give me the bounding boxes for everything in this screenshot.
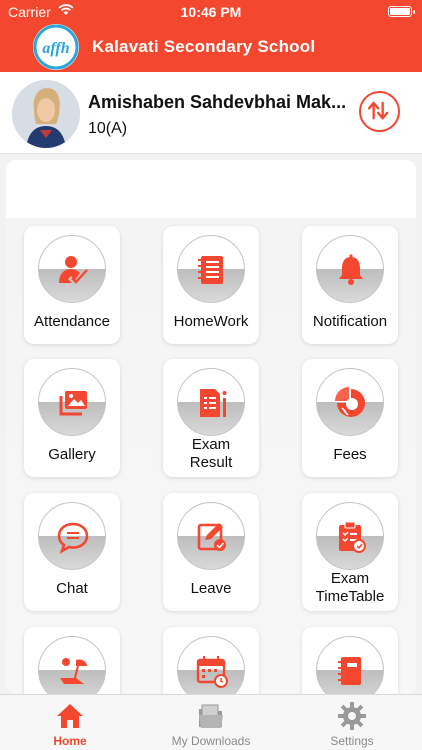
bell-icon <box>339 254 363 285</box>
menu-tile-notification[interactable]: Notification <box>302 226 398 344</box>
menu-label: Fees <box>333 446 367 463</box>
logo-text: affh <box>42 40 69 57</box>
tab-label: Home <box>53 734 87 748</box>
dashboard-card: Attendance HomeWork Notification Gallery… <box>6 160 416 694</box>
downloads-icon <box>199 704 223 728</box>
holiday-icon <box>60 658 87 684</box>
student-name: Amishaben Sahdevbhai Mak... <box>88 92 347 112</box>
timetable-icon <box>339 521 366 553</box>
clock: 10:46 PM <box>180 4 242 20</box>
menu-label-line2: TimeTable <box>315 588 385 605</box>
menu-tile-leave[interactable]: Leave <box>163 493 259 611</box>
home-icon <box>57 704 83 728</box>
student-profile: Amishaben Sahdevbhai Mak... 10(A) <box>0 72 422 154</box>
menu-tile-homework[interactable]: HomeWork <box>163 226 259 344</box>
calendar-icon <box>196 656 228 688</box>
status-bar: Carrier 10:46 PM <box>0 0 422 24</box>
banner-area <box>6 160 416 218</box>
menu-label: Notification <box>312 313 388 330</box>
menu-tile-notebook[interactable] <box>302 627 398 694</box>
bottom-tab-bar: Home My Downloads Settings <box>0 694 422 750</box>
leave-icon <box>197 523 226 551</box>
tab-label: My Downloads <box>171 734 251 748</box>
menu-tile-gallery[interactable]: Gallery <box>24 359 120 477</box>
menu-label-line1: Exam <box>191 436 231 453</box>
switch-student-button[interactable] <box>359 91 400 132</box>
school-name-title: Kalavati Secondary School <box>92 37 316 56</box>
chat-icon <box>57 522 89 554</box>
avatar[interactable] <box>12 80 80 148</box>
battery-icon <box>388 6 415 17</box>
tab-settings[interactable]: Settings <box>282 695 422 750</box>
notebook-icon <box>338 657 361 685</box>
app-header: Carrier 10:46 PM affh Kalavati Secondary… <box>0 0 422 72</box>
menu-tile-exam-result[interactable]: Exam Result <box>163 359 259 477</box>
menu-tile-calendar[interactable] <box>163 627 259 694</box>
menu-label: Gallery <box>48 446 96 463</box>
menu-tile-chat[interactable]: Chat <box>24 493 120 611</box>
tab-home[interactable]: Home <box>0 695 140 750</box>
exam-result-icon <box>200 389 227 417</box>
menu-label-line2: Result <box>189 454 233 471</box>
tab-label: Settings <box>330 734 374 748</box>
menu-label: Leave <box>190 580 232 597</box>
attendance-icon <box>59 256 88 284</box>
menu-label: Chat <box>56 580 88 597</box>
menu-tile-holiday[interactable] <box>24 627 120 694</box>
menu-tile-attendance[interactable]: Attendance <box>24 226 120 344</box>
menu-tile-fees[interactable]: Fees <box>302 359 398 477</box>
gear-icon <box>338 702 366 730</box>
tab-my-downloads[interactable]: My Downloads <box>141 695 281 750</box>
homework-icon <box>198 256 223 284</box>
student-class: 10(A) <box>88 120 128 137</box>
menu-label: Attendance <box>34 313 110 330</box>
menu-label: HomeWork <box>173 313 249 330</box>
school-logo: affh <box>33 24 79 70</box>
fees-icon <box>335 387 365 417</box>
menu-tile-exam-timetable[interactable]: Exam TimeTable <box>302 493 398 611</box>
gallery-icon <box>59 391 87 416</box>
swap-arrows-icon <box>367 101 389 120</box>
menu-label-line1: Exam <box>330 570 370 587</box>
menu-grid: Attendance HomeWork Notification Gallery… <box>6 218 416 694</box>
